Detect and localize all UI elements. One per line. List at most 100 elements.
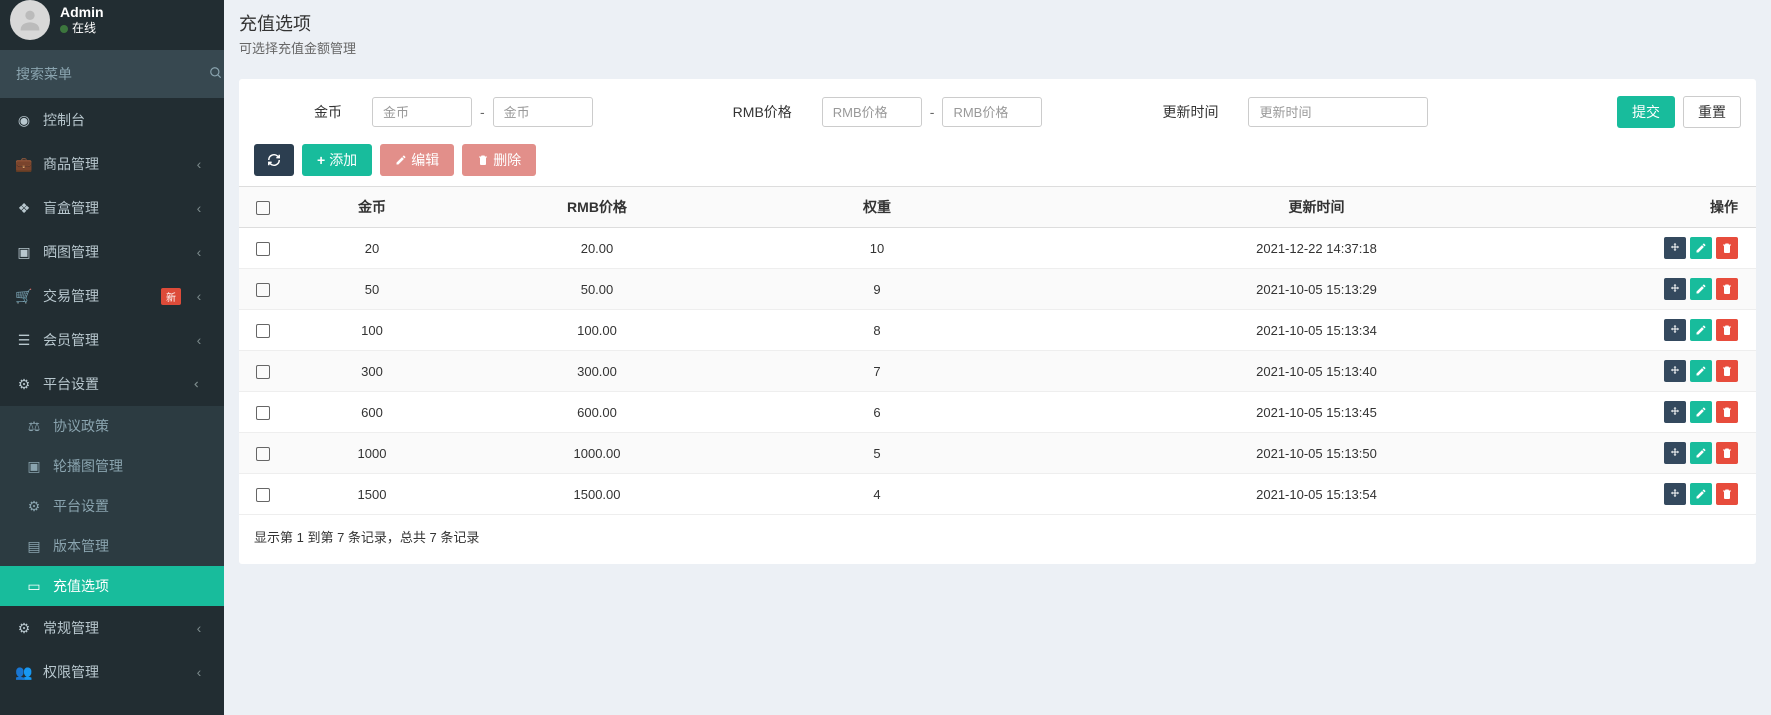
chevron-left-icon: ‹ [189,664,209,680]
row-drag-button[interactable] [1664,237,1686,259]
cell-rmb: 600.00 [457,392,737,433]
card-icon: ▭ [25,578,43,595]
gold-max-input[interactable] [493,97,593,127]
online-dot-icon [60,25,68,33]
cell-time: 2021-10-05 15:13:34 [1017,310,1616,351]
row-delete-button[interactable] [1716,401,1738,423]
sidebar-item-6[interactable]: ⚙平台设置⌄ [0,362,224,406]
sidebar-item-label: 充值选项 [53,576,209,596]
sidebar-item-label: 晒图管理 [43,242,189,262]
briefcase-icon: 💼 [15,156,33,173]
page-title: 充值选项 [239,10,1756,36]
cell-weight: 6 [737,392,1017,433]
gold-min-input[interactable] [372,97,472,127]
row-checkbox[interactable] [256,488,270,502]
sidebar-item-1[interactable]: 💼商品管理‹ [0,142,224,186]
row-edit-button[interactable] [1690,483,1712,505]
row-drag-button[interactable] [1664,278,1686,300]
sidebar-item-3[interactable]: ▣晒图管理‹ [0,230,224,274]
sidebar-subitem-0[interactable]: ⚖协议政策 [0,406,224,446]
row-checkbox[interactable] [256,365,270,379]
cell-weight: 4 [737,474,1017,515]
cell-rmb: 300.00 [457,351,737,392]
row-delete-button[interactable] [1716,483,1738,505]
sidebar-subitem-3[interactable]: ▤版本管理 [0,526,224,566]
row-delete-button[interactable] [1716,237,1738,259]
row-drag-button[interactable] [1664,360,1686,382]
row-edit-button[interactable] [1690,319,1712,341]
row-edit-button[interactable] [1690,278,1712,300]
plus-icon: + [317,152,325,168]
row-drag-button[interactable] [1664,442,1686,464]
cell-rmb: 1500.00 [457,474,737,515]
row-drag-button[interactable] [1664,483,1686,505]
row-drag-button[interactable] [1664,401,1686,423]
th-time[interactable]: 更新时间 [1017,187,1616,228]
scale-icon: ⚖ [25,418,43,435]
filter-update: 更新时间 [1162,97,1428,127]
th-weight[interactable]: 权重 [737,187,1017,228]
refresh-button[interactable] [254,144,294,176]
row-checkbox[interactable] [256,242,270,256]
table-row: 100 100.00 8 2021-10-05 15:13:34 [239,310,1756,351]
sidebar-subitem-4[interactable]: ▭ 充值选项 [0,566,224,606]
cell-rmb: 1000.00 [457,433,737,474]
row-edit-button[interactable] [1690,360,1712,382]
toolbar: + 添加 编辑 删除 [239,138,1756,186]
rmb-min-input[interactable] [822,97,922,127]
sidebar-subitem-1[interactable]: ▣轮播图管理 [0,446,224,486]
sidebar-search [0,50,224,98]
row-edit-button[interactable] [1690,442,1712,464]
sidebar-item-4[interactable]: 🛒交易管理新‹ [0,274,224,318]
cell-rmb: 20.00 [457,228,737,269]
cell-gold: 1500 [287,474,457,515]
update-time-input[interactable] [1248,97,1428,127]
row-drag-button[interactable] [1664,319,1686,341]
checkbox-all[interactable] [256,201,270,215]
cell-gold: 50 [287,269,457,310]
filter-gold-label: 金币 [314,102,342,122]
submit-button[interactable]: 提交 [1617,96,1675,128]
cell-gold: 300 [287,351,457,392]
row-checkbox[interactable] [256,324,270,338]
sidebar-item-label: 权限管理 [43,662,189,682]
range-sep: - [922,104,943,120]
data-table: 金币 RMB价格 权重 更新时间 操作 20 20.00 10 2021-12-… [239,186,1756,515]
row-delete-button[interactable] [1716,360,1738,382]
row-delete-button[interactable] [1716,442,1738,464]
sidebar-subitem-2[interactable]: ⚙平台设置 [0,486,224,526]
refresh-icon [267,153,281,167]
sidebar-item-8[interactable]: 👥权限管理‹ [0,650,224,694]
th-gold[interactable]: 金币 [287,187,457,228]
delete-button[interactable]: 删除 [462,144,536,176]
rmb-max-input[interactable] [942,97,1042,127]
range-sep: - [472,104,493,120]
sidebar-item-label: 常规管理 [43,618,189,638]
sidebar-item-label: 版本管理 [53,536,209,556]
cog-icon: ⚙ [15,376,33,393]
add-button[interactable]: + 添加 [302,144,372,176]
reset-button[interactable]: 重置 [1683,96,1741,128]
table-row: 300 300.00 7 2021-10-05 15:13:40 [239,351,1756,392]
sidebar-item-0[interactable]: ◉控制台 [0,98,224,142]
edit-button[interactable]: 编辑 [380,144,454,176]
filter-row: 金币 - RMB价格 - 更新时间 提交 重置 [239,79,1756,138]
sidebar-item-5[interactable]: ☰会员管理‹ [0,318,224,362]
row-checkbox[interactable] [256,447,270,461]
row-checkbox[interactable] [256,283,270,297]
th-rmb[interactable]: RMB价格 [457,187,737,228]
row-delete-button[interactable] [1716,319,1738,341]
filter-rmb-label: RMB价格 [733,102,792,122]
user-name: Admin [60,3,104,21]
cell-weight: 5 [737,433,1017,474]
row-edit-button[interactable] [1690,401,1712,423]
row-delete-button[interactable] [1716,278,1738,300]
sidebar-item-2[interactable]: ❖盲盒管理‹ [0,186,224,230]
sidebar: Admin 在线 ◉控制台💼商品管理‹❖盲盒管理‹▣晒图管理‹🛒交易管理新‹☰会… [0,0,224,715]
sidebar-item-7[interactable]: ⚙常规管理‹ [0,606,224,650]
search-input[interactable] [10,60,203,88]
row-checkbox[interactable] [256,406,270,420]
cell-time: 2021-12-22 14:37:18 [1017,228,1616,269]
image-icon: ▣ [15,244,33,261]
row-edit-button[interactable] [1690,237,1712,259]
